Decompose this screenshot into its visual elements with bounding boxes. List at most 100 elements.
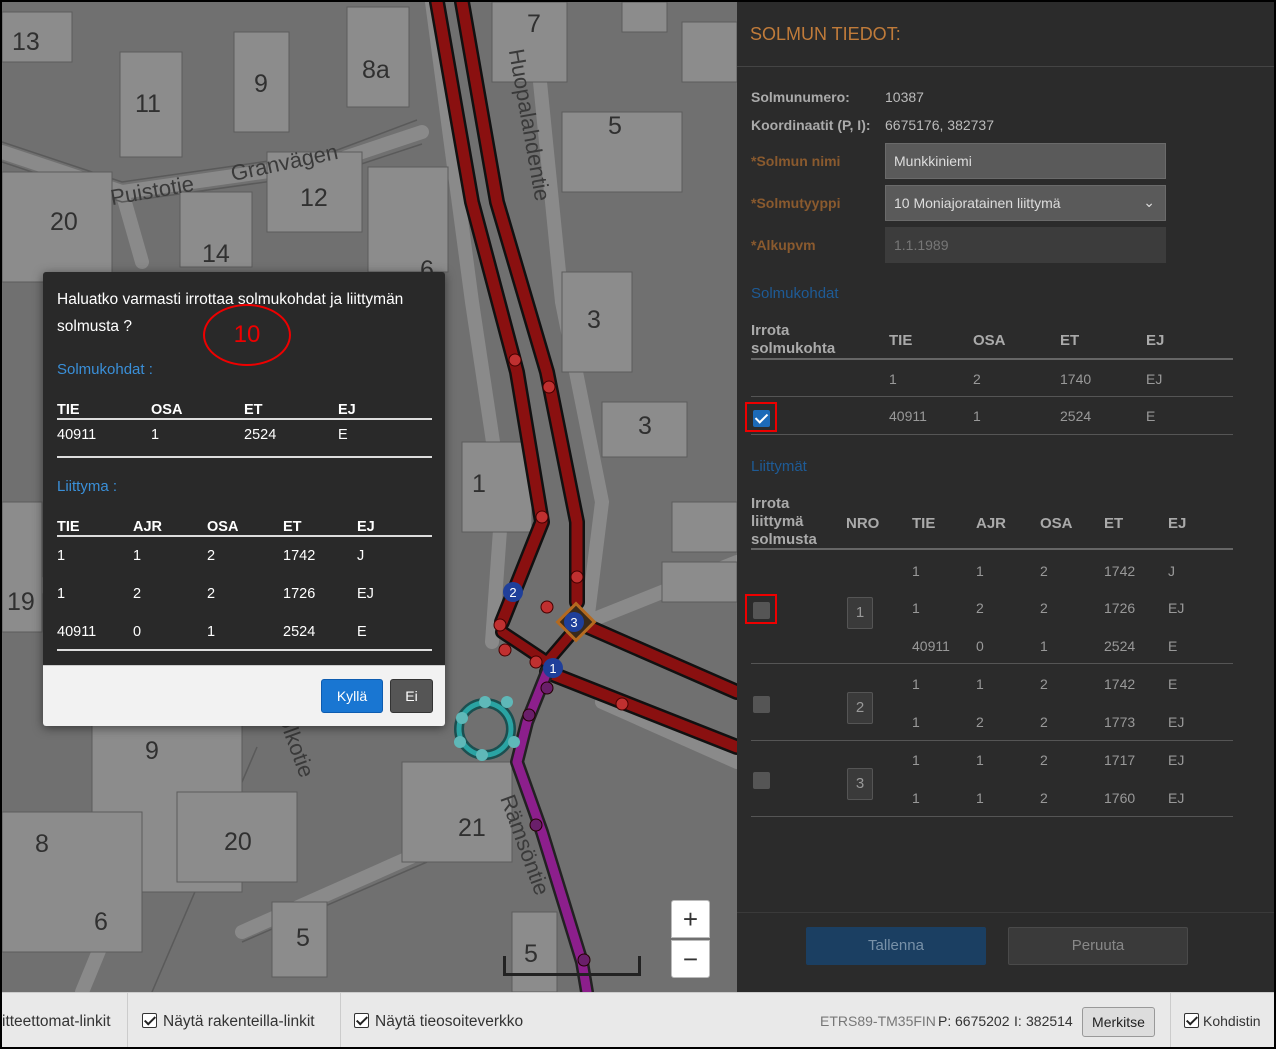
table-cell: J bbox=[357, 548, 365, 564]
save-button[interactable]: Tallenna bbox=[806, 927, 986, 965]
table-cell: 2 bbox=[207, 586, 216, 602]
table-cell: 2 bbox=[976, 600, 984, 616]
column-header: EJ bbox=[1146, 332, 1165, 349]
table-cell: 2524 bbox=[1060, 408, 1092, 424]
table-cell: 2 bbox=[207, 548, 216, 564]
table-header-row: TIE OSA ET EJ bbox=[57, 396, 432, 420]
table-row: 1 1 2 1742 J bbox=[57, 537, 432, 575]
yes-button[interactable]: Kyllä bbox=[321, 679, 383, 713]
table-cell: 1742 bbox=[1104, 676, 1136, 692]
koordinaatit-value: 6675176, 382737 bbox=[885, 117, 994, 133]
chevron-down-icon: ⌄ bbox=[1143, 194, 1155, 210]
map-view[interactable]: 2 3 1 13 11 9 8a 7 5 20 12 14 6 3 3 1 19… bbox=[2, 2, 737, 992]
building-number: 5 bbox=[296, 924, 310, 952]
table-row: 40911 1 2524 E bbox=[57, 420, 432, 458]
table-cell: 2 bbox=[1040, 676, 1048, 692]
solmunumero-value: 10387 bbox=[885, 89, 924, 105]
table-cell: 1 bbox=[973, 408, 981, 424]
table-cell: 40911 bbox=[57, 624, 97, 640]
building-number: 20 bbox=[224, 828, 252, 856]
zoom-out-button[interactable]: − bbox=[671, 940, 710, 978]
building-number: 11 bbox=[135, 90, 161, 118]
building-number: 19 bbox=[7, 588, 35, 616]
table-cell: EJ bbox=[1168, 790, 1185, 806]
divider bbox=[340, 993, 341, 1047]
building-number: 5 bbox=[608, 112, 622, 140]
table-cell: 1717 bbox=[1104, 752, 1136, 768]
column-header: OSA bbox=[973, 332, 1006, 349]
merkitse-button[interactable]: Merkitse bbox=[1082, 1007, 1155, 1037]
table-cell: 2524 bbox=[1104, 638, 1136, 654]
checkbox-checked-icon[interactable] bbox=[354, 1013, 369, 1028]
tieosoiteverkko-label: Näytä tieosoiteverkko bbox=[375, 1013, 524, 1030]
liittymat-title: Liittymät bbox=[751, 458, 807, 475]
table-cell: 1760 bbox=[1104, 790, 1136, 806]
checkbox-checked-icon[interactable] bbox=[1184, 1013, 1199, 1028]
node-marker-3[interactable]: 3 bbox=[570, 615, 577, 630]
tieosoiteverkko-toggle[interactable]: Näytä tieosoiteverkko bbox=[354, 1013, 523, 1031]
node-marker-1[interactable]: 1 bbox=[549, 661, 556, 676]
scale-bar bbox=[503, 956, 641, 976]
table-cell: 1 bbox=[912, 563, 920, 579]
node-marker-2[interactable]: 2 bbox=[509, 585, 516, 600]
column-header: Irrota solmukohta bbox=[751, 322, 836, 357]
alkupvm-label: *Alkupvm bbox=[751, 237, 816, 253]
table-cell: EJ bbox=[1168, 752, 1185, 768]
tyyppi-label: *Solmutyyppi bbox=[751, 195, 841, 211]
table-cell: 1 bbox=[976, 790, 984, 806]
building-number: 8a bbox=[362, 56, 390, 84]
divider bbox=[751, 663, 1233, 664]
panel-title: SOLMUN TIEDOT: bbox=[750, 24, 901, 44]
building-number: 1 bbox=[472, 470, 486, 498]
table-cell: 1726 bbox=[283, 586, 316, 602]
column-header: TIE bbox=[889, 332, 913, 349]
table-cell: 1 bbox=[151, 427, 160, 443]
cancel-button[interactable]: Peruuta bbox=[1008, 927, 1188, 965]
table-cell: E bbox=[1168, 676, 1178, 692]
table-cell: 1 bbox=[912, 714, 920, 730]
column-header: TIE bbox=[57, 402, 80, 418]
table-row: 1 2 2 1726 EJ bbox=[57, 575, 432, 613]
layer-toggle-label[interactable]: itteettomat-linkit bbox=[2, 1013, 111, 1031]
checkbox-checked-icon[interactable] bbox=[142, 1013, 157, 1028]
no-button[interactable]: Ei bbox=[390, 679, 433, 713]
table-cell: 2 bbox=[1040, 752, 1048, 768]
zoom-in-button[interactable]: + bbox=[671, 900, 710, 938]
solmunumero-label: Solmunumero: bbox=[751, 89, 850, 105]
table-cell: E bbox=[1146, 408, 1156, 424]
table-cell: EJ bbox=[357, 586, 374, 602]
rakenteilla-label: Näytä rakenteilla-linkit bbox=[163, 1013, 315, 1030]
solmutyyppi-select[interactable]: 10 Moniajoratainen liittymä ⌄ bbox=[885, 185, 1166, 221]
coord-p-label: P: bbox=[938, 1013, 952, 1029]
column-header: AJR bbox=[133, 519, 163, 535]
rakenteilla-toggle[interactable]: Näytä rakenteilla-linkit bbox=[142, 1013, 315, 1031]
coord-i-label: I: bbox=[1014, 1013, 1022, 1029]
table-cell: 40911 bbox=[889, 408, 927, 424]
dialog-liittyma-title: Liittyma : bbox=[57, 478, 118, 495]
table-cell: 2 bbox=[1040, 790, 1048, 806]
building-number: 3 bbox=[587, 306, 601, 334]
irrota-liittyma-checkbox-2[interactable] bbox=[753, 696, 770, 713]
solmutyyppi-value: 10 Moniajoratainen liittymä bbox=[894, 195, 1061, 211]
table-cell: 1 bbox=[889, 371, 897, 387]
kohdistin-label: Kohdistin bbox=[1203, 1013, 1261, 1029]
divider bbox=[751, 816, 1233, 817]
table-cell: 2 bbox=[1040, 714, 1048, 730]
table-cell: 2524 bbox=[283, 624, 316, 640]
building-number: 13 bbox=[12, 28, 40, 56]
table-cell: 2 bbox=[1040, 600, 1048, 616]
solmun-nimi-input[interactable]: Munkkiniemi bbox=[885, 143, 1166, 179]
crs-label: ETRS89-TM35FIN bbox=[820, 1013, 936, 1029]
column-header: ET bbox=[283, 519, 302, 535]
divider bbox=[737, 66, 1274, 67]
solmunumero-row: Solmunumero: 10387 bbox=[751, 89, 924, 105]
divider bbox=[751, 548, 1233, 550]
column-header: EJ bbox=[1168, 515, 1187, 532]
bottom-toolbar: itteettomat-linkit Näytä rakenteilla-lin… bbox=[2, 992, 1274, 1047]
table-cell: E bbox=[1168, 638, 1178, 654]
highlight-box bbox=[745, 594, 777, 624]
table-cell: E bbox=[357, 624, 367, 640]
irrota-liittyma-checkbox-3[interactable] bbox=[753, 772, 770, 789]
table-cell: 0 bbox=[133, 624, 142, 640]
kohdistin-toggle[interactable]: Kohdistin bbox=[1184, 1013, 1261, 1029]
